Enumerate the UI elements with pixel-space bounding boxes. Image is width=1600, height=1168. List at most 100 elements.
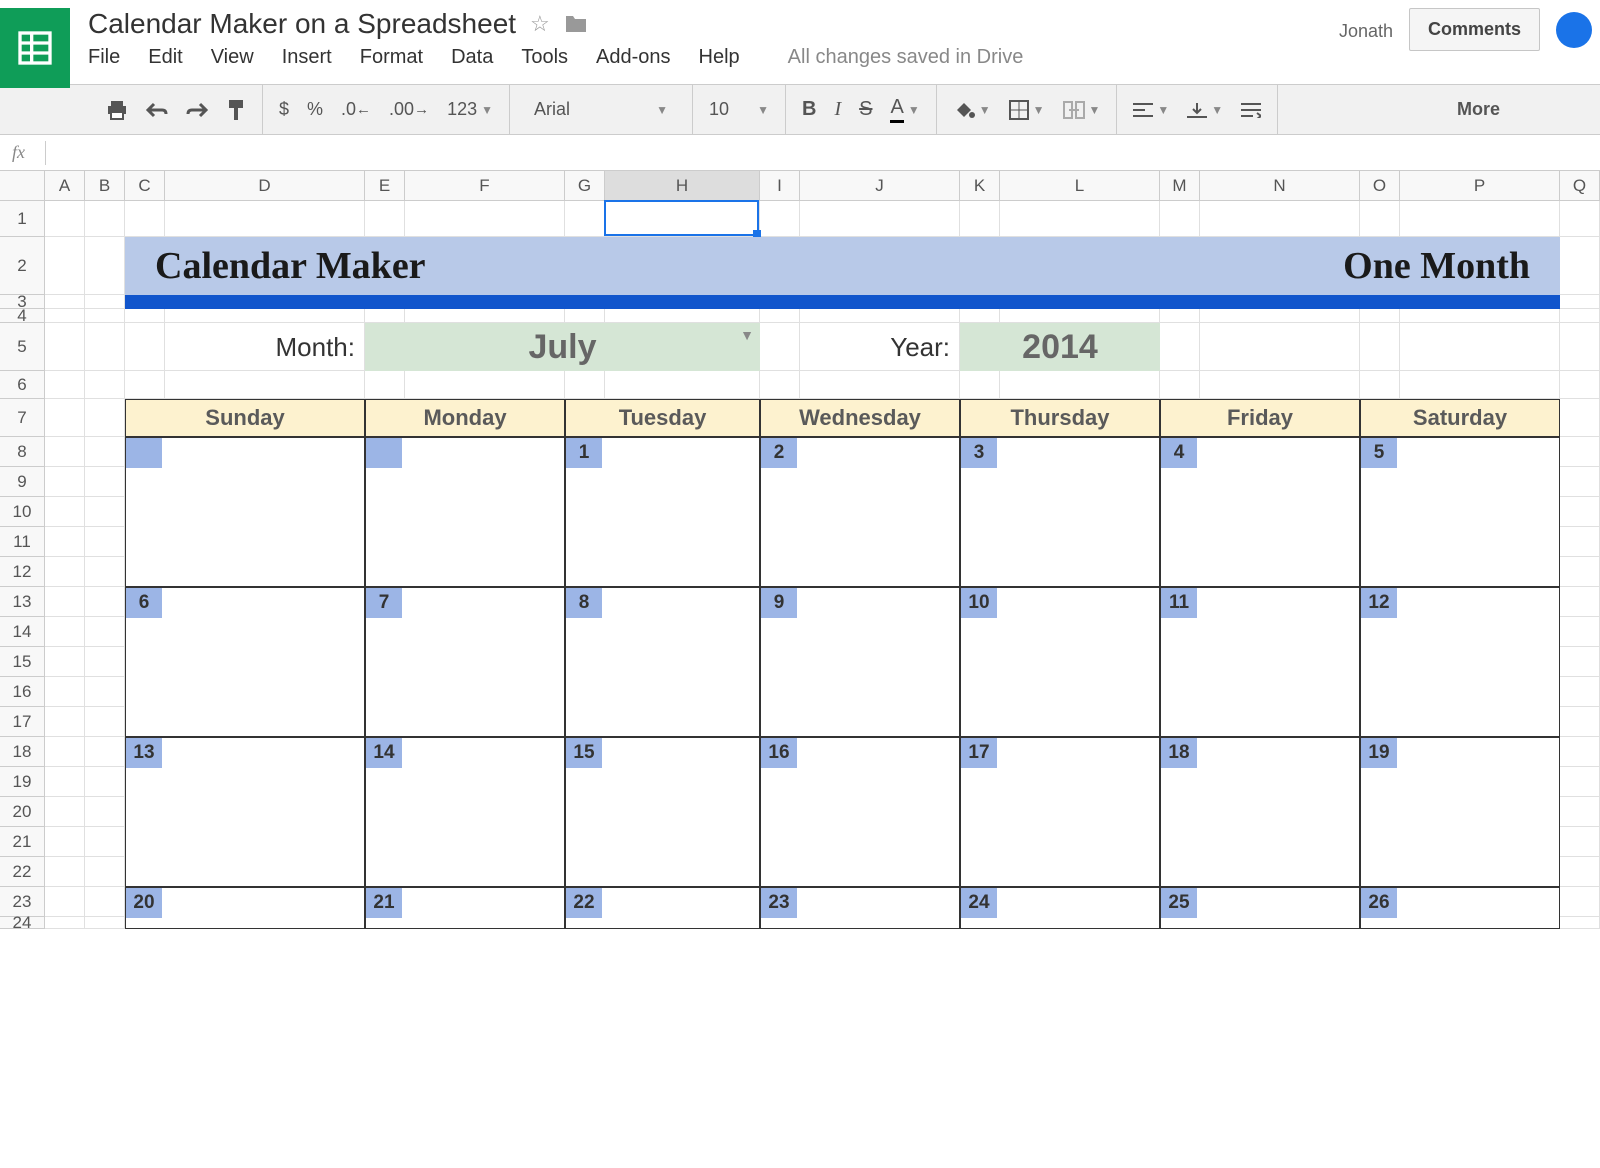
calendar-day[interactable]: 1 [565,437,760,587]
cell[interactable] [1560,617,1600,647]
menu-edit[interactable]: Edit [148,46,182,69]
cell[interactable] [45,371,85,399]
cell[interactable] [1560,737,1600,767]
row-header-7[interactable]: 7 [0,399,45,437]
calendar-day[interactable]: 26 [1360,887,1560,929]
cell[interactable] [800,371,960,399]
cell[interactable] [85,497,125,527]
calendar-day[interactable]: 12 [1360,587,1560,737]
col-header-L[interactable]: L [1000,171,1160,201]
calendar-day[interactable]: 24 [960,887,1160,929]
calendar-day[interactable]: 16 [760,737,960,887]
calendar-day[interactable]: 2 [760,437,960,587]
cell[interactable] [85,309,125,323]
menu-tools[interactable]: Tools [521,46,568,69]
cell[interactable] [1560,467,1600,497]
cell[interactable] [1200,371,1360,399]
cell[interactable] [125,371,165,399]
col-header-G[interactable]: G [565,171,605,201]
cell[interactable] [800,309,960,323]
cell[interactable] [1400,323,1560,371]
cell[interactable] [1560,527,1600,557]
cell[interactable] [760,201,800,237]
row-header-12[interactable]: 12 [0,557,45,587]
cell[interactable] [85,557,125,587]
col-header-I[interactable]: I [760,171,800,201]
cell[interactable] [1200,201,1360,237]
cell[interactable] [1560,917,1600,929]
number-format-button[interactable]: 123▼ [447,99,493,120]
dec-decimal-button[interactable]: .0← [341,99,371,120]
cell[interactable] [165,309,365,323]
calendar-day[interactable]: 20 [125,887,365,929]
cell[interactable] [45,767,85,797]
cell[interactable] [565,309,605,323]
calendar-day[interactable]: 14 [365,737,565,887]
cell[interactable] [760,309,800,323]
cell[interactable] [1560,647,1600,677]
row-header-22[interactable]: 22 [0,857,45,887]
calendar-day[interactable]: 4 [1160,437,1360,587]
col-header-C[interactable]: C [125,171,165,201]
cell[interactable] [1160,201,1200,237]
currency-button[interactable]: $ [279,99,289,120]
calendar-day[interactable]: 7 [365,587,565,737]
cell[interactable] [85,707,125,737]
cell[interactable] [405,371,565,399]
print-icon[interactable] [106,100,128,120]
cell[interactable] [45,527,85,557]
calendar-day[interactable]: 11 [1160,587,1360,737]
menu-data[interactable]: Data [451,46,493,69]
col-header-Q[interactable]: Q [1560,171,1600,201]
calendar-day[interactable] [365,437,565,587]
cell[interactable] [1200,323,1360,371]
cell[interactable] [45,467,85,497]
row-header-11[interactable]: 11 [0,527,45,557]
folder-icon[interactable] [564,14,588,34]
cell[interactable] [1560,797,1600,827]
cell[interactable] [365,371,405,399]
undo-icon[interactable] [146,102,168,118]
calendar-day[interactable]: 25 [1160,887,1360,929]
cell[interactable] [85,237,125,295]
col-header-N[interactable]: N [1200,171,1360,201]
cell[interactable] [1400,309,1560,323]
cell[interactable] [85,587,125,617]
cell[interactable] [960,371,1000,399]
cell[interactable] [1560,887,1600,917]
cell[interactable] [565,371,605,399]
cell[interactable] [1400,201,1560,237]
cell[interactable] [1160,371,1200,399]
calendar-day[interactable]: 13 [125,737,365,887]
cell[interactable] [1560,399,1600,437]
cell[interactable] [1560,677,1600,707]
cell[interactable] [45,677,85,707]
cell[interactable] [605,201,760,237]
row-header-9[interactable]: 9 [0,467,45,497]
cell[interactable] [1160,323,1200,371]
row-header-20[interactable]: 20 [0,797,45,827]
cell[interactable] [45,797,85,827]
col-header-P[interactable]: P [1400,171,1560,201]
cell[interactable] [125,201,165,237]
col-header-H[interactable]: H [605,171,760,201]
wrap-icon[interactable] [1241,102,1261,118]
cell[interactable] [1560,437,1600,467]
cell[interactable] [85,371,125,399]
cell[interactable] [45,201,85,237]
cell[interactable] [405,309,565,323]
col-header-F[interactable]: F [405,171,565,201]
cell[interactable] [85,399,125,437]
row-header-16[interactable]: 16 [0,677,45,707]
h-align-icon[interactable]: ▼ [1133,102,1169,118]
cell[interactable] [45,917,85,929]
col-header-D[interactable]: D [165,171,365,201]
calendar-day[interactable]: 6 [125,587,365,737]
col-header-J[interactable]: J [800,171,960,201]
calendar-day[interactable]: 8 [565,587,760,737]
row-header-15[interactable]: 15 [0,647,45,677]
row-header-5[interactable]: 5 [0,323,45,371]
strike-button[interactable]: S [859,98,872,121]
calendar-day[interactable]: 17 [960,737,1160,887]
cell[interactable] [45,617,85,647]
